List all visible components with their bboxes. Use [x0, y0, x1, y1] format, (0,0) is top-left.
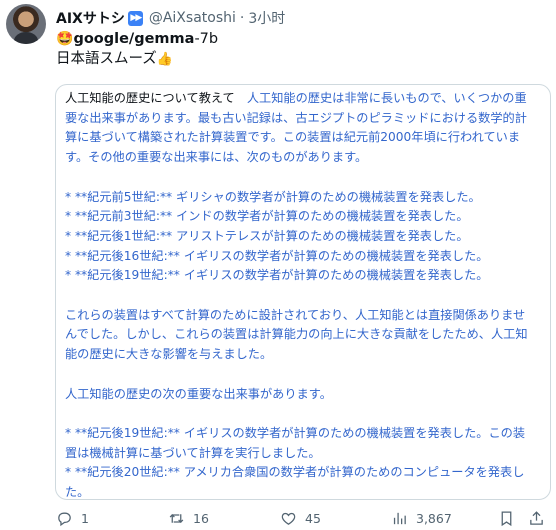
thumbs-up-emoji: 👍	[156, 52, 173, 67]
fast-forward-icon: ▶▶	[127, 10, 143, 26]
display-name[interactable]: AIXサトシ	[56, 8, 125, 28]
list-item: * **紀元前5世紀:** ギリシャの数学者が計算のための機械装置を発表した。	[65, 189, 481, 204]
paragraph-3: 人工知能の歴史の次の重要な出来事があります。	[65, 386, 332, 401]
like-count: 45	[305, 510, 321, 526]
model-name: google/gemma	[73, 31, 195, 47]
reply-count: 1	[81, 510, 89, 526]
list-item: * **紀元後20世紀:** アメリカ合衆国の数学者が計算のためのコンピュータを…	[65, 465, 525, 499]
view-count: 3,867	[416, 510, 452, 526]
reply-icon	[58, 512, 71, 526]
model-output: 人工知能の歴史について教えて 人工知能の歴史は非常に長いもので、いくつかの重要な…	[65, 89, 531, 499]
bookmark-button[interactable]	[498, 508, 515, 528]
tweet: AIXサトシ ▶▶ @AiXsatoshi · 3小时 🤩google/gemm…	[0, 0, 556, 530]
list-item: * **紀元後19世紀:** イギリスの数学者が計算のための機械装置を発表した。	[65, 268, 489, 283]
share-button[interactable]	[528, 508, 545, 528]
list-item: * **紀元前3世紀:** インドの数学者が計算のための機械装置を発表した。	[65, 209, 469, 224]
action-bar: 1 16 45 3,867	[56, 508, 552, 528]
tweet-header: AIXサトシ ▶▶ @AiXsatoshi · 3小时	[56, 8, 285, 28]
bookmark-icon	[501, 510, 512, 526]
comment-text: 日本語スムーズ	[56, 51, 157, 67]
model-suffix: -7b	[194, 31, 219, 47]
list-item: * **紀元後16世紀:** イギリスの数学者が計算のための機械装置を発表した。	[65, 248, 489, 263]
paragraph-1: 人工知能の歴史について教えて 人工知能の歴史は非常に長いもので、いくつかの重要な…	[65, 89, 531, 168]
tweet-text: 🤩google/gemma-7b 日本語スムーズ👍	[56, 29, 218, 70]
like-button[interactable]: 45	[280, 508, 321, 528]
comment-line: 日本語スムーズ👍	[56, 49, 218, 70]
timestamp[interactable]: 3小时	[248, 8, 285, 28]
share-icon	[530, 510, 543, 525]
retweet-count: 16	[193, 510, 209, 526]
views-icon	[393, 512, 406, 524]
avatar[interactable]	[6, 4, 46, 44]
list-item: * **紀元後1世紀:** アリストテレスが計算のための機械装置を発表した。	[65, 228, 469, 243]
separator-dot: ·	[239, 10, 245, 26]
list-item: * **紀元後19世紀:** イギリスの数学者が計算のための機械装置を発表した。…	[65, 425, 526, 460]
prompt-question: 人工知能の歴史について教えて	[65, 91, 235, 105]
retweet-icon	[169, 513, 184, 523]
model-line: 🤩google/gemma-7b	[56, 29, 218, 49]
attached-image[interactable]: 人工知能の歴史について教えて 人工知能の歴史は非常に長いもので、いくつかの重要な…	[55, 84, 551, 500]
reply-button[interactable]: 1	[56, 508, 89, 528]
image-content: 人工知能の歴史について教えて 人工知能の歴史は非常に長いもので、いくつかの重要な…	[64, 89, 544, 499]
views-button[interactable]: 3,867	[391, 508, 452, 528]
retweet-button[interactable]: 16	[168, 508, 209, 528]
user-handle[interactable]: @AiXsatoshi	[149, 10, 236, 26]
like-icon	[281, 512, 296, 525]
star-struck-emoji: 🤩	[56, 31, 74, 47]
paragraph-2: これらの装置はすべて計算のために設計されており、人工知能とは直接関係ありませんで…	[65, 307, 528, 362]
